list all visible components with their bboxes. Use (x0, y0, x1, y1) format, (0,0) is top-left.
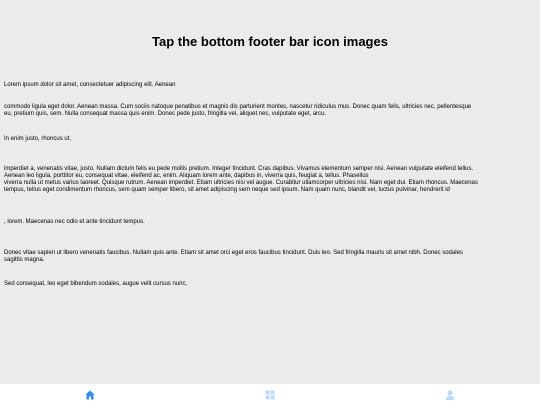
home-icon (85, 390, 95, 399)
footer-bar (0, 384, 540, 405)
paragraph-5: , lorem. Maecenas nec odio et ante tinci… (4, 219, 145, 225)
paragraph-7: Sed consequat, leo eget bibendum sodales… (4, 281, 188, 287)
paragraph-6: Donec vitae sapien ut libero venenatis f… (4, 250, 463, 263)
paragraph-4: imperdiet a, venenatis vitae, justo. Nul… (4, 166, 478, 193)
paragraph-1: Lorem ipsum dolor sit amet, consectetuer… (4, 82, 176, 88)
paragraph-3: In enim justo, rhoncus ut, (4, 136, 72, 142)
footer-home-button[interactable] (0, 384, 180, 405)
grid-icon (265, 390, 275, 399)
page-title: Tap the bottom footer bar icon images (152, 34, 388, 49)
paragraph-2: commodo ligula eget dolor. Aenean massa.… (4, 104, 472, 117)
user-icon (445, 390, 455, 400)
footer-user-button[interactable] (360, 384, 540, 405)
footer-grid-button[interactable] (180, 384, 360, 405)
